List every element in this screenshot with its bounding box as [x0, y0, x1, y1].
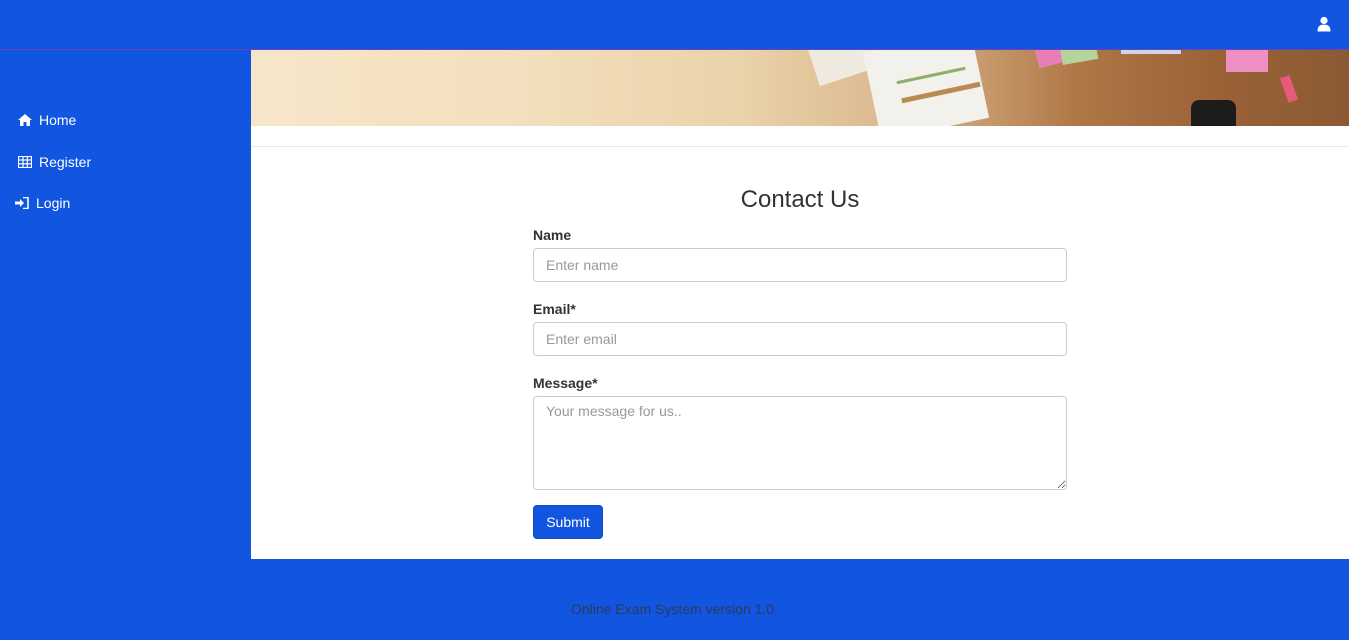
name-field[interactable] — [533, 248, 1067, 282]
submit-button[interactable]: Submit — [533, 505, 603, 539]
divider — [251, 146, 1349, 147]
footer-text: Online Exam System version 1.0. — [571, 601, 778, 617]
sidebar-item-label: Login — [36, 195, 71, 211]
sidebar-item-register[interactable]: Register — [17, 154, 91, 170]
contact-form: Contact Us Name Email* Message* Submit — [533, 184, 1067, 539]
sign-in-icon — [14, 196, 30, 210]
email-field[interactable] — [533, 322, 1067, 356]
sidebar-item-login[interactable]: Login — [14, 195, 70, 211]
user-icon[interactable] — [1317, 16, 1331, 32]
required-marker: * — [570, 301, 576, 317]
sidebar-item-label: Register — [39, 154, 92, 170]
email-label: Email* — [533, 301, 576, 317]
sidebar-item-label: Home — [39, 112, 77, 128]
banner-image — [251, 50, 1349, 126]
required-marker: * — [592, 375, 598, 391]
message-field[interactable] — [533, 396, 1067, 490]
sidebar: Home Register Login — [0, 50, 251, 559]
footer: Online Exam System version 1.0. — [0, 559, 1349, 640]
message-label: Message* — [533, 375, 598, 391]
home-icon — [17, 113, 33, 127]
name-label: Name — [533, 227, 572, 243]
table-icon — [17, 155, 33, 169]
sidebar-item-home[interactable]: Home — [17, 112, 76, 128]
top-navbar — [0, 0, 1349, 50]
main-content: Contact Us Name Email* Message* Submit — [251, 50, 1349, 559]
page-title: Contact Us — [740, 186, 860, 213]
